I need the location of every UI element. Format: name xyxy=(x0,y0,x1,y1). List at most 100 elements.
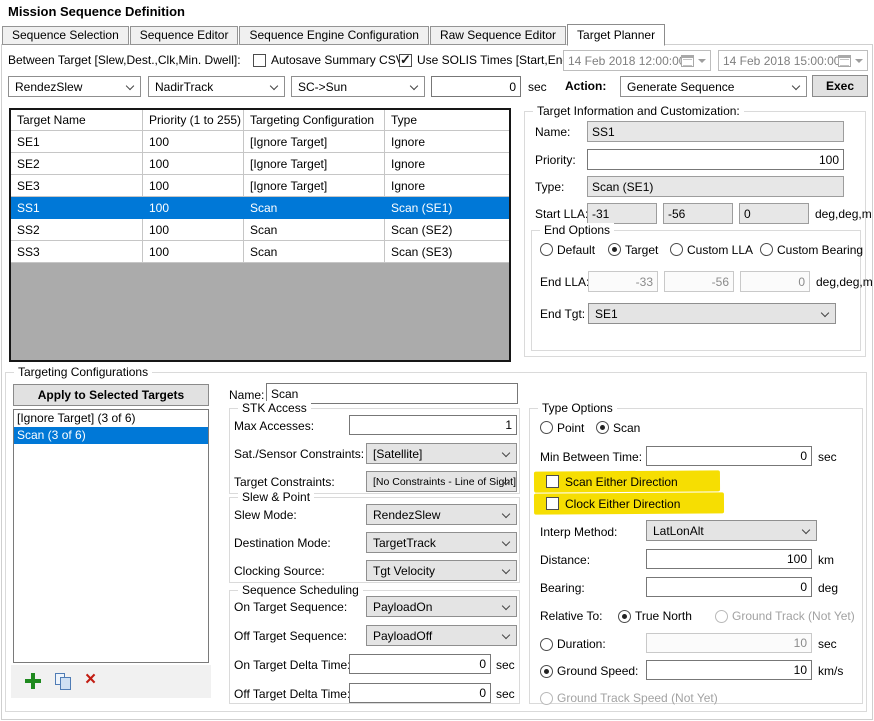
chevron-down-icon xyxy=(502,602,510,610)
on-target-delta-label: On Target Delta Time: xyxy=(234,658,351,672)
tab-target-planner[interactable]: Target Planner xyxy=(567,24,665,46)
target-constraints-label: Target Constraints: xyxy=(234,475,335,489)
end-lla-lon-field: -56 xyxy=(664,271,734,292)
scan-radio[interactable] xyxy=(596,421,609,434)
column-header[interactable]: Targeting Configuration xyxy=(244,110,385,131)
config-listbox: [Ignore Target] (3 of 6) Scan (3 of 6) xyxy=(13,409,209,663)
table-row[interactable]: SE2100[Ignore Target]Ignore xyxy=(11,153,509,175)
type-options-title: Type Options xyxy=(538,401,617,415)
target-info-title: Target Information and Customization: xyxy=(533,104,744,118)
min-between-time-unit: sec xyxy=(818,450,837,464)
point-label: Point xyxy=(557,421,584,435)
action-combobox[interactable]: Generate Sequence xyxy=(620,76,807,97)
on-target-delta-input[interactable]: 0 xyxy=(349,654,491,674)
clock-either-checkbox[interactable] xyxy=(546,497,559,510)
start-lla-units: deg,deg,m xyxy=(815,207,872,221)
destination-mode-label: Destination Mode: xyxy=(234,536,331,550)
distance-unit: km xyxy=(818,553,834,567)
table-row[interactable]: SE1100[Ignore Target]Ignore xyxy=(11,131,509,153)
apply-to-selected-targets-button[interactable]: Apply to Selected Targets xyxy=(13,384,209,406)
chevron-down-icon xyxy=(802,526,810,534)
off-target-delta-input[interactable]: 0 xyxy=(349,683,491,703)
table-row[interactable]: SE3100[Ignore Target]Ignore xyxy=(11,175,509,197)
clocking-source-combobox[interactable]: Tgt Velocity xyxy=(366,560,517,581)
delete-config-icon[interactable]: × xyxy=(85,672,96,688)
tab-sequence-selection[interactable]: Sequence Selection xyxy=(2,26,129,45)
slew-point-title: Slew & Point xyxy=(238,490,314,504)
between-slew-combobox[interactable]: RendezSlew xyxy=(8,76,141,97)
off-target-sequence-combobox[interactable]: PayloadOff xyxy=(366,625,517,646)
interp-method-combobox[interactable]: LatLonAlt xyxy=(646,520,817,541)
ground-track-label: Ground Track (Not Yet) xyxy=(732,609,855,623)
tab-raw-sequence-editor[interactable]: Raw Sequence Editor xyxy=(430,26,566,45)
target-type-field[interactable]: Scan (SE1) xyxy=(587,176,844,197)
duration-input: 10 xyxy=(646,633,812,653)
target-constraints-combobox[interactable]: [No Constraints - Line of Sight] xyxy=(366,471,517,492)
bearing-input[interactable]: 0 xyxy=(646,577,812,597)
column-header[interactable]: Priority (1 to 255) xyxy=(143,110,244,131)
duration-label: Duration: xyxy=(557,637,606,651)
sat-constraints-label: Sat./Sensor Constraints: xyxy=(234,447,364,461)
copy-config-icon[interactable] xyxy=(55,673,72,690)
distance-input[interactable]: 100 xyxy=(646,549,812,569)
end-custom-lla-radio[interactable] xyxy=(670,243,683,256)
end-tgt-label: End Tgt: xyxy=(540,307,585,321)
ground-speed-input[interactable]: 10 xyxy=(646,660,812,680)
end-default-radio[interactable] xyxy=(540,243,553,256)
config-list-item[interactable]: [Ignore Target] (3 of 6) xyxy=(14,410,208,427)
slew-mode-combobox[interactable]: RendezSlew xyxy=(366,504,517,525)
end-tgt-combobox[interactable]: SE1 xyxy=(588,303,836,324)
chevron-down-icon xyxy=(502,510,510,518)
table-header-row: Target Name Priority (1 to 255) Targetin… xyxy=(11,110,509,131)
point-radio[interactable] xyxy=(540,421,553,434)
end-custom-bearing-radio[interactable] xyxy=(760,243,773,256)
min-between-time-label: Min Between Time: xyxy=(540,450,642,464)
end-time-picker[interactable]: 14 Feb 2018 15:00:00 xyxy=(718,50,868,71)
min-between-time-input[interactable]: 0 xyxy=(646,446,812,466)
table-row-selected[interactable]: SS1100ScanScan (SE1) xyxy=(11,197,509,219)
ground-track-speed-label: Ground Track Speed (Not Yet) xyxy=(557,691,718,705)
target-name-field[interactable]: SS1 xyxy=(587,121,844,142)
between-dest-combobox[interactable]: NadirTrack xyxy=(148,76,285,97)
min-dwell-input[interactable]: 0 xyxy=(431,76,521,97)
config-list-item-selected[interactable]: Scan (3 of 6) xyxy=(14,427,208,444)
exec-button[interactable]: Exec xyxy=(812,75,868,97)
table-row[interactable]: SS3100ScanScan (SE3) xyxy=(11,241,509,263)
sequence-scheduling-group: Sequence Scheduling On Target Sequence: … xyxy=(229,590,520,704)
target-priority-input[interactable]: 100 xyxy=(587,149,844,170)
config-name-label: Name: xyxy=(229,388,264,402)
slew-mode-label: Slew Mode: xyxy=(234,508,297,522)
max-accesses-input[interactable]: 1 xyxy=(349,415,517,435)
true-north-radio[interactable] xyxy=(618,610,631,623)
target-table: Target Name Priority (1 to 255) Targetin… xyxy=(9,108,511,362)
type-label: Type: xyxy=(535,180,564,194)
ground-speed-radio[interactable] xyxy=(540,665,553,678)
add-config-icon[interactable] xyxy=(25,673,41,689)
duration-radio[interactable] xyxy=(540,638,553,651)
start-time-picker[interactable]: 14 Feb 2018 12:00:00 xyxy=(563,50,711,71)
table-row[interactable]: SS2100ScanScan (SE2) xyxy=(11,219,509,241)
sequence-scheduling-title: Sequence Scheduling xyxy=(238,583,363,597)
between-clk-combobox[interactable]: SC->Sun xyxy=(291,76,425,97)
end-target-radio[interactable] xyxy=(608,243,621,256)
start-lla-alt-field[interactable]: 0 xyxy=(739,203,809,224)
start-lla-label: Start LLA: xyxy=(535,207,588,221)
sat-constraints-combobox[interactable]: [Satellite] xyxy=(366,443,517,464)
start-lla-lat-field[interactable]: -31 xyxy=(587,203,657,224)
bearing-unit: deg xyxy=(818,581,838,595)
tab-sequence-engine-configuration[interactable]: Sequence Engine Configuration xyxy=(239,26,428,45)
end-lla-lat-field: -33 xyxy=(588,271,658,292)
min-dwell-unit: sec xyxy=(528,80,547,94)
column-header[interactable]: Type xyxy=(385,110,509,131)
destination-mode-combobox[interactable]: TargetTrack xyxy=(366,532,517,553)
solis-checkbox[interactable]: ✓ xyxy=(399,54,412,67)
scan-either-checkbox[interactable] xyxy=(546,475,559,488)
mission-sequence-window: Mission Sequence Definition Sequence Sel… xyxy=(0,0,874,721)
true-north-label: True North xyxy=(635,609,692,623)
column-header[interactable]: Target Name xyxy=(11,110,143,131)
on-target-sequence-combobox[interactable]: PayloadOn xyxy=(366,596,517,617)
autosave-checkbox[interactable] xyxy=(253,54,266,67)
tab-sequence-editor[interactable]: Sequence Editor xyxy=(130,26,239,45)
end-options-title: End Options xyxy=(540,223,614,237)
start-lla-lon-field[interactable]: -56 xyxy=(663,203,733,224)
